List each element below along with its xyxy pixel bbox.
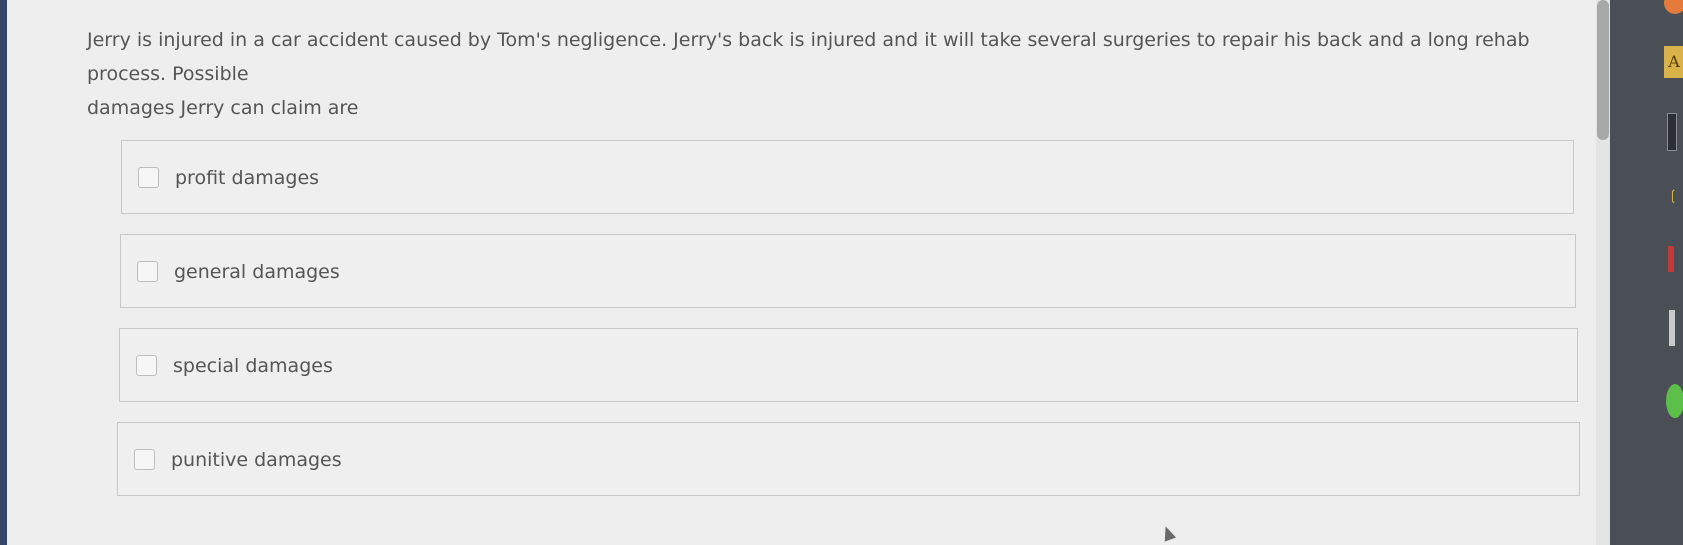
answer-option-profit-damages[interactable]: profit damages <box>121 140 1574 214</box>
answer-option-label: special damages <box>173 355 333 377</box>
answer-option-general-damages[interactable]: general damages <box>120 234 1576 308</box>
answer-option-label: punitive damages <box>171 449 342 471</box>
answer-option-special-damages[interactable]: special damages <box>119 328 1578 402</box>
dock: A ❲❲ <box>1610 0 1683 545</box>
answer-option-punitive-damages[interactable]: punitive damages <box>117 422 1580 496</box>
window-left-edge <box>0 0 7 545</box>
answer-option-label: profit damages <box>175 167 320 189</box>
question-line-2: damages Jerry can claim are <box>87 97 359 119</box>
question-line-1: Jerry is injured in a car accident cause… <box>87 29 1530 85</box>
app-icon-green[interactable] <box>1666 384 1683 418</box>
question-text: Jerry is injured in a car accident cause… <box>87 23 1567 125</box>
app-icon-orange[interactable] <box>1664 0 1683 14</box>
answer-option-label: general damages <box>174 261 340 283</box>
app-icon-gray[interactable] <box>1669 310 1675 346</box>
checkbox[interactable] <box>137 261 158 282</box>
app-icon-red[interactable] <box>1668 246 1674 272</box>
scrollbar-thumb[interactable] <box>1597 0 1609 140</box>
checkbox[interactable] <box>134 449 155 470</box>
checkbox[interactable] <box>136 355 157 376</box>
wifi-icon[interactable]: ❲❲ <box>1667 188 1683 204</box>
font-app-icon[interactable]: A <box>1664 46 1683 78</box>
app-icon-dark[interactable] <box>1667 113 1677 151</box>
checkbox[interactable] <box>138 167 159 188</box>
